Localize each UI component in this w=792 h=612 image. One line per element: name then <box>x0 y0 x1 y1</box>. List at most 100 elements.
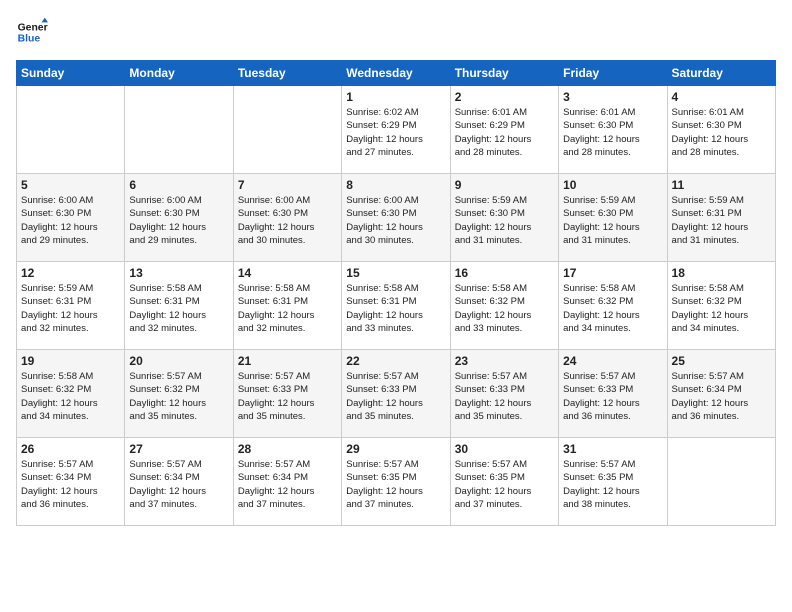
day-info: Sunrise: 5:58 AM Sunset: 6:32 PM Dayligh… <box>672 282 771 335</box>
calendar-cell: 2 Sunrise: 6:01 AM Sunset: 6:29 PM Daylig… <box>450 86 558 174</box>
calendar-cell: 30 Sunrise: 5:57 AM Sunset: 6:35 PM Dayli… <box>450 438 558 526</box>
calendar-cell: 24 Sunrise: 5:57 AM Sunset: 6:33 PM Dayli… <box>559 350 667 438</box>
day-info: Sunrise: 6:00 AM Sunset: 6:30 PM Dayligh… <box>21 194 120 247</box>
calendar-cell: 17 Sunrise: 5:58 AM Sunset: 6:32 PM Dayli… <box>559 262 667 350</box>
day-number: 8 <box>346 178 445 192</box>
calendar-cell: 8 Sunrise: 6:00 AM Sunset: 6:30 PM Daylig… <box>342 174 450 262</box>
logo: General Blue <box>16 16 48 48</box>
day-info: Sunrise: 5:57 AM Sunset: 6:35 PM Dayligh… <box>563 458 662 511</box>
calendar-cell: 25 Sunrise: 5:57 AM Sunset: 6:34 PM Dayli… <box>667 350 775 438</box>
calendar-week-2: 5 Sunrise: 6:00 AM Sunset: 6:30 PM Daylig… <box>17 174 776 262</box>
calendar-cell: 12 Sunrise: 5:59 AM Sunset: 6:31 PM Dayli… <box>17 262 125 350</box>
day-info: Sunrise: 5:58 AM Sunset: 6:31 PM Dayligh… <box>238 282 337 335</box>
calendar-cell <box>125 86 233 174</box>
day-number: 16 <box>455 266 554 280</box>
day-info: Sunrise: 5:57 AM Sunset: 6:34 PM Dayligh… <box>672 370 771 423</box>
calendar-cell: 29Sunrise: 5:57 AM Sunset: 6:35 PM Dayli… <box>342 438 450 526</box>
day-info: Sunrise: 6:00 AM Sunset: 6:30 PM Dayligh… <box>129 194 228 247</box>
day-info: Sunrise: 5:57 AM Sunset: 6:33 PM Dayligh… <box>238 370 337 423</box>
calendar-week-4: 19 Sunrise: 5:58 AM Sunset: 6:32 PM Dayli… <box>17 350 776 438</box>
weekday-header-sunday: Sunday <box>17 61 125 86</box>
weekday-header-tuesday: Tuesday <box>233 61 341 86</box>
day-number: 20 <box>129 354 228 368</box>
day-number: 4 <box>672 90 771 104</box>
weekday-header-row: SundayMondayTuesdayWednesdayThursdayFrid… <box>17 61 776 86</box>
day-info: Sunrise: 5:59 AM Sunset: 6:31 PM Dayligh… <box>672 194 771 247</box>
day-number: 26 <box>21 442 120 456</box>
weekday-header-thursday: Thursday <box>450 61 558 86</box>
day-number: 14 <box>238 266 337 280</box>
day-info: Sunrise: 5:57 AM Sunset: 6:34 PM Dayligh… <box>129 458 228 511</box>
svg-text:General: General <box>18 22 48 33</box>
day-number: 28 <box>238 442 337 456</box>
calendar-cell: 3Sunrise: 6:01 AM Sunset: 6:30 PM Daylig… <box>559 86 667 174</box>
day-number: 17 <box>563 266 662 280</box>
calendar-cell: 19 Sunrise: 5:58 AM Sunset: 6:32 PM Dayli… <box>17 350 125 438</box>
day-number: 11 <box>672 178 771 192</box>
calendar-table: SundayMondayTuesdayWednesdayThursdayFrid… <box>16 60 776 526</box>
day-info: Sunrise: 6:02 AM Sunset: 6:29 PM Dayligh… <box>346 106 445 159</box>
calendar-cell <box>233 86 341 174</box>
day-number: 1 <box>346 90 445 104</box>
day-number: 10 <box>563 178 662 192</box>
weekday-header-wednesday: Wednesday <box>342 61 450 86</box>
calendar-cell: 5 Sunrise: 6:00 AM Sunset: 6:30 PM Daylig… <box>17 174 125 262</box>
calendar-cell: 21Sunrise: 5:57 AM Sunset: 6:33 PM Dayli… <box>233 350 341 438</box>
calendar-cell: 18 Sunrise: 5:58 AM Sunset: 6:32 PM Dayli… <box>667 262 775 350</box>
day-number: 27 <box>129 442 228 456</box>
day-info: Sunrise: 5:59 AM Sunset: 6:30 PM Dayligh… <box>563 194 662 247</box>
day-number: 13 <box>129 266 228 280</box>
day-number: 6 <box>129 178 228 192</box>
svg-text:Blue: Blue <box>18 34 41 45</box>
page-header: General Blue <box>16 16 776 48</box>
calendar-cell: 31 Sunrise: 5:57 AM Sunset: 6:35 PM Dayli… <box>559 438 667 526</box>
day-number: 31 <box>563 442 662 456</box>
day-number: 5 <box>21 178 120 192</box>
day-number: 15 <box>346 266 445 280</box>
day-number: 9 <box>455 178 554 192</box>
calendar-cell <box>17 86 125 174</box>
calendar-cell: 14 Sunrise: 5:58 AM Sunset: 6:31 PM Dayli… <box>233 262 341 350</box>
day-number: 18 <box>672 266 771 280</box>
day-number: 25 <box>672 354 771 368</box>
calendar-cell: 4 Sunrise: 6:01 AM Sunset: 6:30 PM Daylig… <box>667 86 775 174</box>
calendar-week-3: 12 Sunrise: 5:59 AM Sunset: 6:31 PM Dayli… <box>17 262 776 350</box>
day-number: 2 <box>455 90 554 104</box>
calendar-week-1: 1 Sunrise: 6:02 AM Sunset: 6:29 PM Daylig… <box>17 86 776 174</box>
day-info: Sunrise: 6:01 AM Sunset: 6:29 PM Dayligh… <box>455 106 554 159</box>
calendar-cell: 22Sunrise: 5:57 AM Sunset: 6:33 PM Dayli… <box>342 350 450 438</box>
logo-icon: General Blue <box>16 16 48 48</box>
day-info: Sunrise: 5:57 AM Sunset: 6:35 PM Dayligh… <box>455 458 554 511</box>
day-number: 24 <box>563 354 662 368</box>
weekday-header-friday: Friday <box>559 61 667 86</box>
calendar-cell: 23Sunrise: 5:57 AM Sunset: 6:33 PM Dayli… <box>450 350 558 438</box>
weekday-header-saturday: Saturday <box>667 61 775 86</box>
day-info: Sunrise: 5:59 AM Sunset: 6:30 PM Dayligh… <box>455 194 554 247</box>
calendar-cell: 16Sunrise: 5:58 AM Sunset: 6:32 PM Dayli… <box>450 262 558 350</box>
calendar-cell: 9 Sunrise: 5:59 AM Sunset: 6:30 PM Daylig… <box>450 174 558 262</box>
day-info: Sunrise: 6:00 AM Sunset: 6:30 PM Dayligh… <box>238 194 337 247</box>
calendar-cell: 6 Sunrise: 6:00 AM Sunset: 6:30 PM Daylig… <box>125 174 233 262</box>
day-info: Sunrise: 5:57 AM Sunset: 6:33 PM Dayligh… <box>346 370 445 423</box>
day-info: Sunrise: 6:01 AM Sunset: 6:30 PM Dayligh… <box>672 106 771 159</box>
weekday-header-monday: Monday <box>125 61 233 86</box>
day-number: 30 <box>455 442 554 456</box>
calendar-cell: 28Sunrise: 5:57 AM Sunset: 6:34 PM Dayli… <box>233 438 341 526</box>
day-number: 19 <box>21 354 120 368</box>
day-number: 12 <box>21 266 120 280</box>
calendar-cell: 1 Sunrise: 6:02 AM Sunset: 6:29 PM Daylig… <box>342 86 450 174</box>
calendar-cell <box>667 438 775 526</box>
calendar-cell: 10 Sunrise: 5:59 AM Sunset: 6:30 PM Dayli… <box>559 174 667 262</box>
day-info: Sunrise: 5:59 AM Sunset: 6:31 PM Dayligh… <box>21 282 120 335</box>
day-number: 7 <box>238 178 337 192</box>
day-number: 29 <box>346 442 445 456</box>
calendar-cell: 27 Sunrise: 5:57 AM Sunset: 6:34 PM Dayli… <box>125 438 233 526</box>
day-info: Sunrise: 5:58 AM Sunset: 6:32 PM Dayligh… <box>563 282 662 335</box>
day-info: Sunrise: 5:57 AM Sunset: 6:33 PM Dayligh… <box>563 370 662 423</box>
calendar-cell: 26Sunrise: 5:57 AM Sunset: 6:34 PM Dayli… <box>17 438 125 526</box>
day-info: Sunrise: 5:58 AM Sunset: 6:31 PM Dayligh… <box>129 282 228 335</box>
day-info: Sunrise: 5:58 AM Sunset: 6:32 PM Dayligh… <box>21 370 120 423</box>
calendar-cell: 15Sunrise: 5:58 AM Sunset: 6:31 PM Dayli… <box>342 262 450 350</box>
calendar-cell: 11 Sunrise: 5:59 AM Sunset: 6:31 PM Dayli… <box>667 174 775 262</box>
day-info: Sunrise: 6:00 AM Sunset: 6:30 PM Dayligh… <box>346 194 445 247</box>
